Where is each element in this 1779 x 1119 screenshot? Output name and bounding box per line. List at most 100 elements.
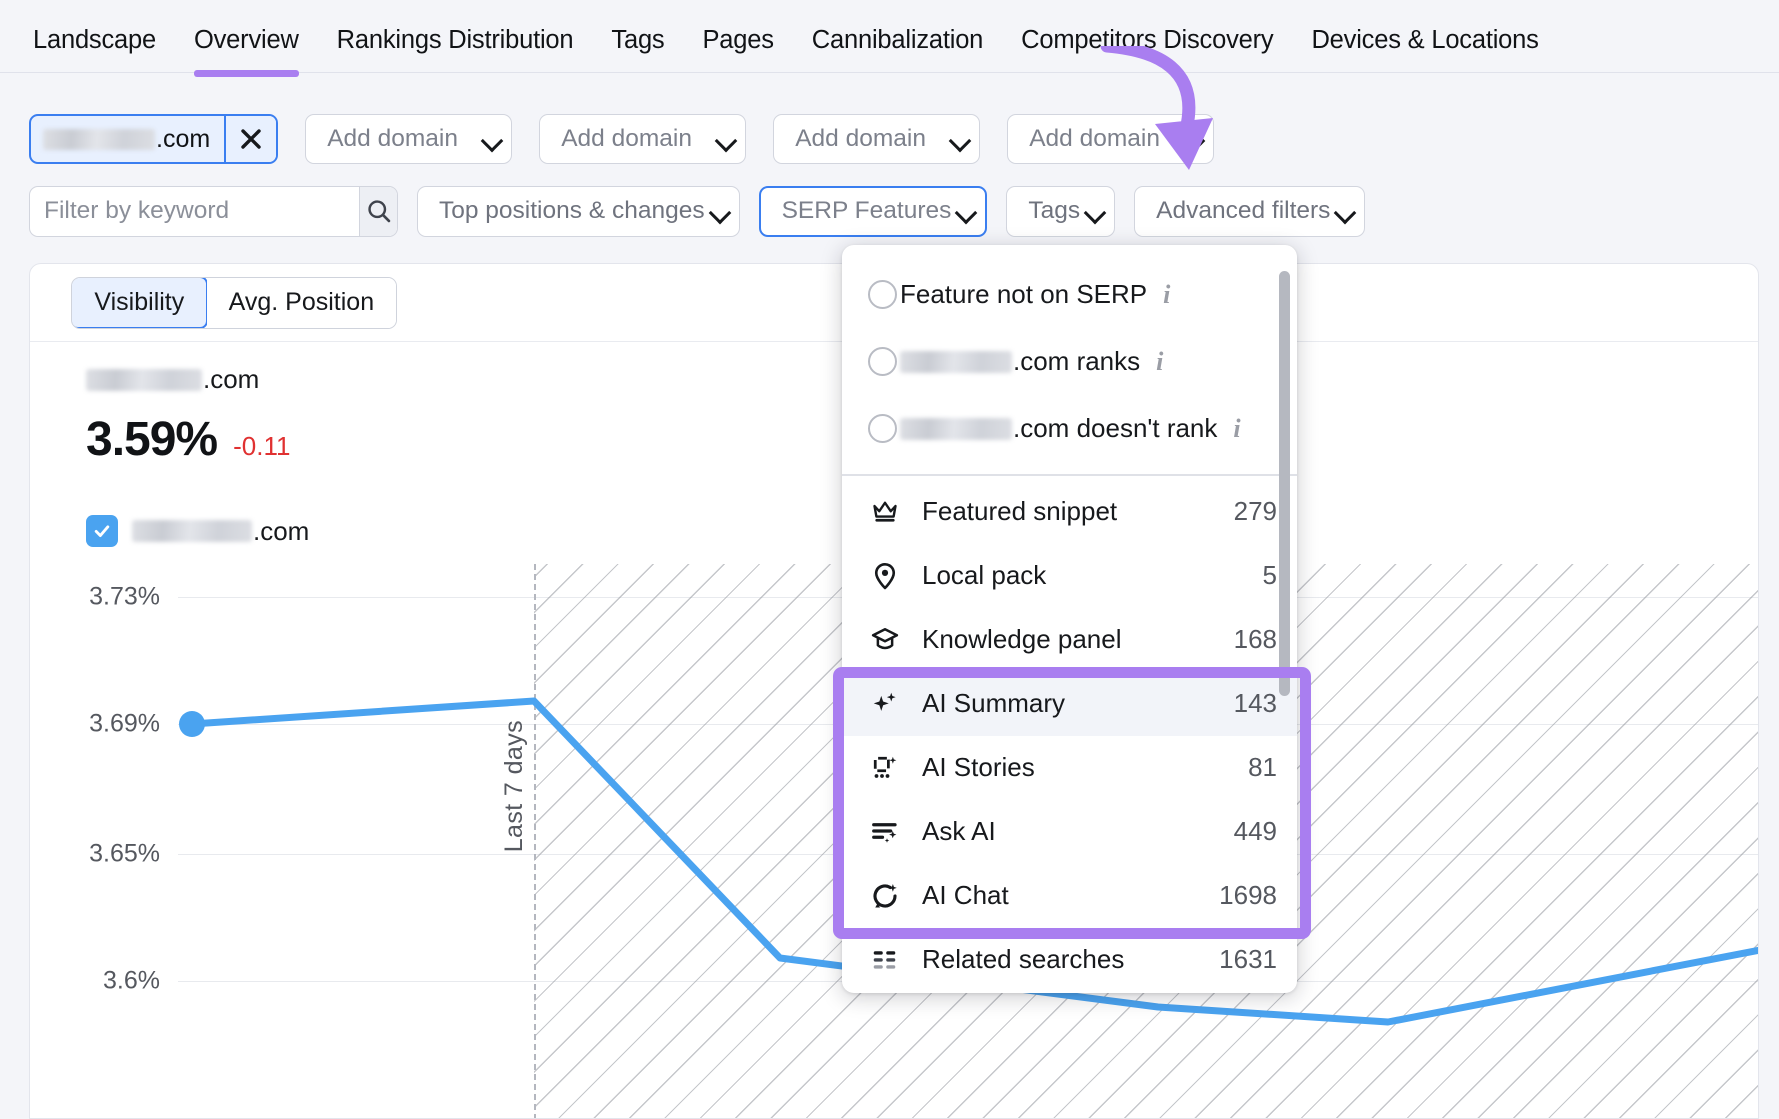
filter-label: Tags bbox=[1028, 197, 1080, 225]
tags-filter-button[interactable]: Tags bbox=[1006, 186, 1115, 237]
feature-count: 449 bbox=[1234, 816, 1277, 847]
radio-label-text: .com ranks bbox=[1013, 346, 1140, 377]
series-legend-item[interactable]: .com bbox=[86, 515, 309, 547]
feature-item-ai-stories[interactable]: AI Stories 81 bbox=[842, 736, 1297, 800]
list-icon bbox=[868, 943, 902, 977]
feature-label: AI Summary bbox=[922, 688, 1234, 719]
ai-chat-icon bbox=[868, 879, 902, 913]
feature-count: 143 bbox=[1234, 688, 1277, 719]
feature-item-ask-ai[interactable]: Ask AI 449 bbox=[842, 800, 1297, 864]
visibility-value: 3.59% bbox=[86, 412, 217, 467]
metric-toggle: Visibility Avg. Position bbox=[71, 277, 397, 329]
radio-icon bbox=[868, 280, 897, 309]
radio-option-domain-ranks[interactable]: .com ranks i bbox=[842, 328, 1297, 395]
tab-tags[interactable]: Tags bbox=[611, 26, 664, 77]
visibility-delta: -0.11 bbox=[233, 431, 290, 462]
redacted-domain-name bbox=[900, 351, 1012, 373]
feature-item-ai-summary[interactable]: AI Summary 143 bbox=[842, 672, 1297, 736]
feature-count: 1631 bbox=[1219, 944, 1277, 975]
dropdown-scrollbar[interactable] bbox=[1279, 271, 1290, 696]
tab-devices-and-locations[interactable]: Devices & Locations bbox=[1311, 26, 1538, 77]
feature-item-related-searches[interactable]: Related searches 1631 bbox=[842, 928, 1297, 992]
radio-option-feature-not-on-serp[interactable]: Feature not on SERP i bbox=[842, 261, 1297, 328]
add-domain-label: Add domain bbox=[1029, 125, 1160, 153]
feature-count: 168 bbox=[1234, 624, 1277, 655]
add-domain-label: Add domain bbox=[795, 125, 926, 153]
sparkle-icon bbox=[868, 687, 902, 721]
serp-features-dropdown: Feature not on SERP i .com ranks i .com … bbox=[842, 245, 1297, 993]
tab-pages[interactable]: Pages bbox=[702, 26, 773, 77]
feature-count: 279 bbox=[1234, 496, 1277, 527]
add-domain-label: Add domain bbox=[561, 125, 692, 153]
tab-label: Tags bbox=[611, 26, 664, 54]
feature-label: Local pack bbox=[922, 560, 1263, 591]
y-tick-label: 3.6% bbox=[103, 967, 160, 996]
feature-count: 5 bbox=[1263, 560, 1277, 591]
add-domain-button-2[interactable]: Add domain bbox=[539, 114, 746, 164]
feature-label: Featured snippet bbox=[922, 496, 1234, 527]
feature-item-featured-snippet[interactable]: Featured snippet 279 bbox=[842, 480, 1297, 544]
feature-item-knowledge-panel[interactable]: Knowledge panel 168 bbox=[842, 608, 1297, 672]
info-icon[interactable]: i bbox=[1163, 280, 1170, 310]
feature-label: Related searches bbox=[922, 944, 1219, 975]
filter-label: Top positions & changes bbox=[439, 197, 705, 225]
info-icon[interactable]: i bbox=[1156, 347, 1163, 377]
tab-overview[interactable]: Overview bbox=[194, 26, 299, 77]
map-pin-icon bbox=[868, 559, 902, 593]
advanced-filters-button[interactable]: Advanced filters bbox=[1134, 186, 1365, 237]
ai-stories-icon bbox=[868, 751, 902, 785]
feature-label: Knowledge panel bbox=[922, 624, 1234, 655]
series-checkbox[interactable] bbox=[86, 515, 118, 547]
filters-row: Top positions & changes SERP Features Ta… bbox=[0, 180, 1779, 242]
visibility-summary: .com 3.59% -0.11 .com bbox=[86, 364, 309, 547]
serp-features-filter-button[interactable]: SERP Features bbox=[759, 186, 988, 237]
summary-metric: 3.59% -0.11 bbox=[86, 412, 309, 467]
remove-domain-button[interactable] bbox=[224, 116, 276, 162]
graduation-cap-icon bbox=[868, 623, 902, 657]
segment-label: Avg. Position bbox=[229, 288, 374, 317]
filter-label: Advanced filters bbox=[1156, 197, 1330, 225]
filter-label: SERP Features bbox=[782, 197, 952, 225]
radio-icon bbox=[868, 414, 897, 443]
feature-label: Ask AI bbox=[922, 816, 1234, 847]
close-icon bbox=[239, 127, 263, 151]
redacted-domain-name bbox=[900, 418, 1012, 440]
tab-competitors-discovery[interactable]: Competitors Discovery bbox=[1021, 26, 1273, 77]
radio-option-domain-doesnt-rank[interactable]: .com doesn't rank i bbox=[842, 395, 1297, 462]
search-icon bbox=[365, 197, 393, 225]
tab-label: Landscape bbox=[33, 26, 156, 54]
redacted-domain-name bbox=[43, 129, 155, 150]
domain-suffix: .com bbox=[203, 364, 259, 395]
tab-cannibalization[interactable]: Cannibalization bbox=[812, 26, 983, 77]
check-icon bbox=[92, 521, 112, 541]
tab-rankings-distribution[interactable]: Rankings Distribution bbox=[337, 26, 574, 77]
add-domain-button-4[interactable]: Add domain bbox=[1007, 114, 1214, 164]
search-button[interactable] bbox=[359, 187, 397, 236]
seo-overview-screen: Landscape Overview Rankings Distribution… bbox=[0, 0, 1779, 1119]
search-input[interactable] bbox=[30, 187, 359, 236]
domain-selector-row: .com Add domain Add domain Add domain Ad… bbox=[0, 108, 1779, 170]
tab-avg-position[interactable]: Avg. Position bbox=[207, 278, 396, 328]
radio-label: .com ranks i bbox=[900, 346, 1163, 377]
tab-visibility[interactable]: Visibility bbox=[71, 277, 208, 329]
info-icon[interactable]: i bbox=[1233, 414, 1240, 444]
dropdown-radio-group: Feature not on SERP i .com ranks i .com … bbox=[842, 245, 1297, 462]
feature-count: 1698 bbox=[1219, 880, 1277, 911]
top-positions-filter-button[interactable]: Top positions & changes bbox=[417, 186, 740, 237]
segment-label: Visibility bbox=[94, 288, 184, 317]
feature-item-ai-chat[interactable]: AI Chat 1698 bbox=[842, 864, 1297, 928]
add-domain-button-1[interactable]: Add domain bbox=[305, 114, 512, 164]
radio-label-text: Feature not on SERP bbox=[900, 279, 1147, 310]
series-legend-label: .com bbox=[132, 516, 309, 547]
ask-ai-icon bbox=[868, 815, 902, 849]
tab-landscape[interactable]: Landscape bbox=[33, 26, 156, 77]
radio-icon bbox=[868, 347, 897, 376]
radio-label: Feature not on SERP i bbox=[900, 279, 1170, 310]
feature-label: AI Stories bbox=[922, 752, 1248, 783]
add-domain-button-3[interactable]: Add domain bbox=[773, 114, 980, 164]
feature-item-local-pack[interactable]: Local pack 5 bbox=[842, 544, 1297, 608]
tab-label: Overview bbox=[194, 26, 299, 54]
add-domain-label: Add domain bbox=[327, 125, 458, 153]
selected-domain-chip[interactable]: .com bbox=[29, 114, 278, 164]
keyword-filter bbox=[29, 186, 398, 237]
